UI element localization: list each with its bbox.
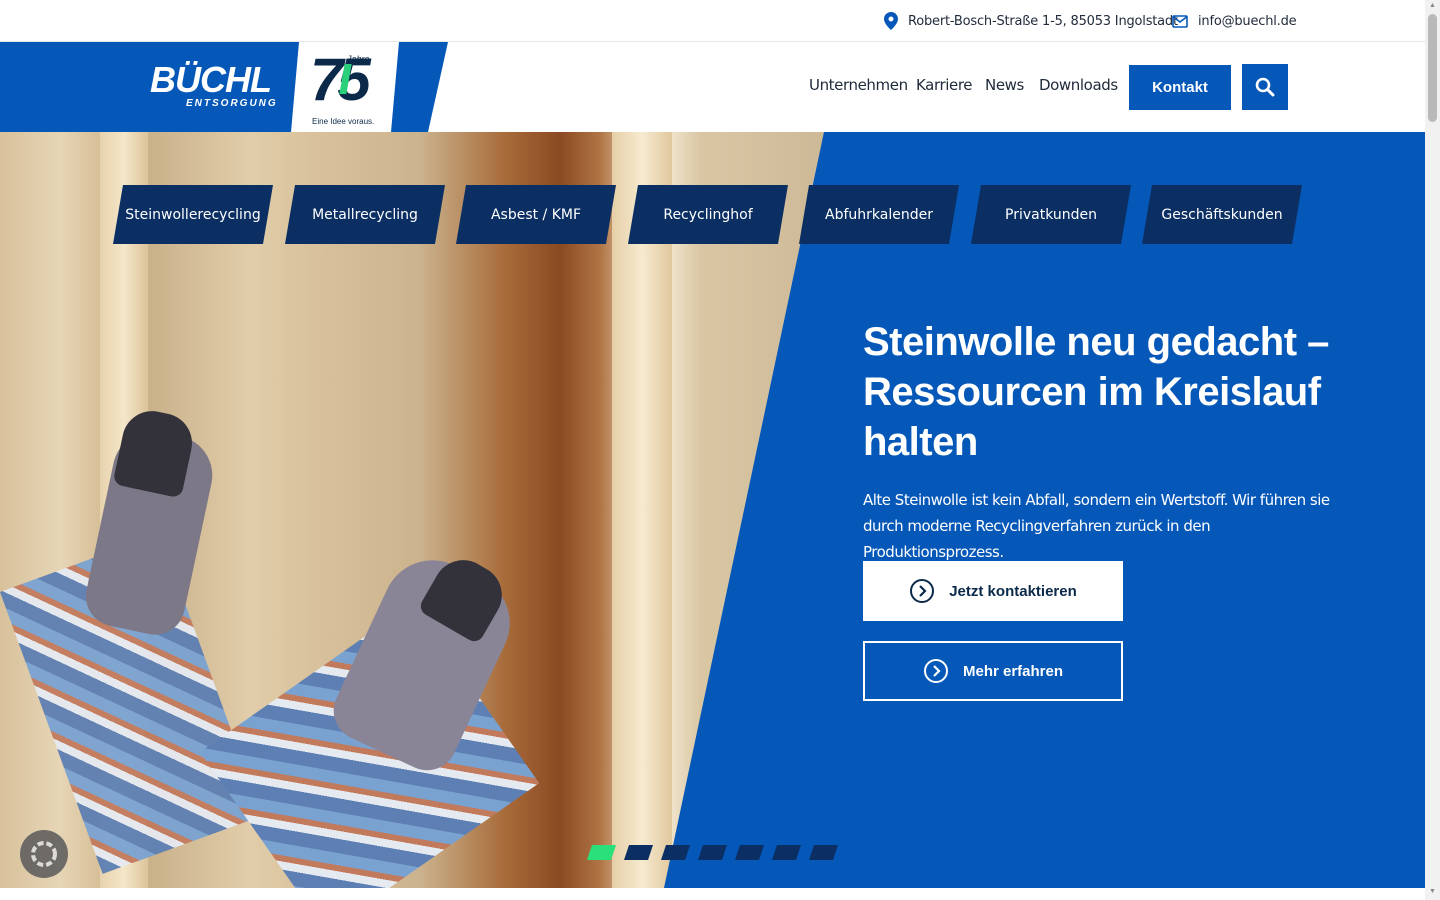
tab-privatkunden[interactable]: Privatkunden <box>971 185 1131 244</box>
slider-pagination <box>587 845 846 860</box>
search-button[interactable] <box>1242 64 1288 110</box>
nav-karriere[interactable]: Karriere <box>916 76 973 94</box>
slider-dot[interactable] <box>587 845 616 860</box>
tab-asbest-kmf[interactable]: Asbest / KMF <box>456 185 616 244</box>
slogan: Eine Idee voraus. <box>312 117 375 126</box>
location-pin-icon <box>884 12 898 30</box>
scroll-down-icon[interactable]: ▼ <box>1428 888 1437 896</box>
anniversary-word: Jahre <box>347 54 370 64</box>
chevron-circle-icon <box>923 659 948 683</box>
scrollbar[interactable]: ▲ ▼ <box>1425 0 1440 900</box>
address-link[interactable]: Robert-Bosch-Straße 1-5, 85053 Ingolstad… <box>884 11 1178 31</box>
slider-dot[interactable] <box>624 845 653 860</box>
tab-metallrecycling[interactable]: Metallrecycling <box>285 185 445 244</box>
slider-dot[interactable] <box>809 845 838 860</box>
cookie-settings-button[interactable] <box>20 830 68 878</box>
nav-downloads[interactable]: Downloads <box>1039 76 1118 94</box>
mail-icon <box>1172 14 1188 28</box>
email-text: info@buechl.de <box>1198 13 1297 29</box>
tab-abfuhrkalender[interactable]: Abfuhrkalender <box>799 185 959 244</box>
tab-geschaeftskunden[interactable]: Geschäftskunden <box>1142 185 1302 244</box>
learn-more-button[interactable]: Mehr erfahren <box>863 641 1123 701</box>
cookie-icon <box>31 841 57 867</box>
kontakt-button[interactable]: Kontakt <box>1129 65 1231 110</box>
slider-dot[interactable] <box>735 845 764 860</box>
top-bar: Robert-Bosch-Straße 1-5, 85053 Ingolstad… <box>0 0 1425 42</box>
contact-cta-button[interactable]: Jetzt kontaktieren <box>863 561 1123 621</box>
address-text: Robert-Bosch-Straße 1-5, 85053 Ingolstad… <box>908 13 1178 29</box>
learn-more-label: Mehr erfahren <box>962 662 1064 680</box>
hero-slider: Steinwollerecycling Metallrecycling Asbe… <box>0 132 1425 888</box>
brand-subtitle: ENTSORGUNG <box>186 98 278 109</box>
wood-beam <box>612 132 672 888</box>
chevron-circle-icon <box>910 579 935 603</box>
scrollbar-thumb[interactable] <box>1428 14 1437 122</box>
search-icon <box>1255 77 1275 97</box>
scroll-up-icon[interactable]: ▲ <box>1428 2 1437 10</box>
brand-name: BÜCHL <box>150 59 272 100</box>
slider-dot[interactable] <box>772 845 801 860</box>
tab-recyclinghof[interactable]: Recyclinghof <box>628 185 788 244</box>
site-header: BÜCHL ENTSORGUNG 75 Jahre Eine Idee vora… <box>0 42 1425 132</box>
nav-unternehmen[interactable]: Unternehmen <box>809 76 908 94</box>
slider-dot[interactable] <box>661 845 690 860</box>
nav-news[interactable]: News <box>985 76 1024 94</box>
email-link[interactable]: info@buechl.de <box>1172 11 1297 31</box>
tab-steinwollerecycling[interactable]: Steinwollerecycling <box>113 185 273 244</box>
hero-headline: Steinwolle neu gedacht – Ressourcen im K… <box>863 320 1329 464</box>
contact-cta-label: Jetzt kontaktieren <box>949 582 1077 600</box>
hero-description: Alte Steinwolle ist kein Abfall, sondern… <box>863 491 1330 561</box>
slider-dot[interactable] <box>698 845 727 860</box>
